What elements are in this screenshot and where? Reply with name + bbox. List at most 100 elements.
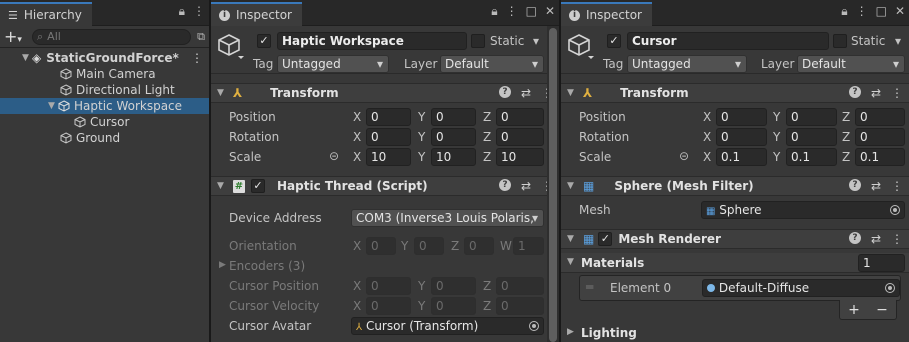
expand-triangle-icon[interactable]: ▶	[219, 260, 229, 270]
mesh-renderer-header[interactable]: ▼ ▦ ✓ Mesh Renderer ? ⇄ ⋮	[561, 229, 909, 249]
hierarchy-item-ground[interactable]: Ground	[0, 130, 209, 146]
axis-x-label[interactable]: X	[703, 130, 711, 144]
drag-handle-icon[interactable]: ═	[586, 280, 593, 294]
axis-y-label[interactable]: Y	[773, 130, 780, 144]
position-x-field[interactable]: 0	[716, 108, 767, 126]
position-y-field[interactable]: 0	[431, 108, 476, 126]
active-checkbox[interactable]: ✓	[607, 34, 621, 48]
lock-icon[interactable]: 🔒︎	[179, 4, 185, 19]
axis-z-label[interactable]: Z	[483, 150, 491, 164]
rotation-y-field[interactable]: 0	[786, 128, 837, 146]
static-checkbox[interactable]	[471, 34, 485, 48]
preset-icon[interactable]: ⇄	[521, 179, 531, 193]
add-element-button[interactable]: +	[848, 302, 860, 318]
static-checkbox[interactable]	[833, 34, 847, 48]
component-menu-icon[interactable]: ⋮	[891, 86, 903, 100]
collapse-triangle-icon[interactable]: ▼	[567, 234, 579, 244]
transform-header[interactable]: ▼ ⅄ Transform ? ⇄ ⋮	[211, 83, 559, 103]
maximize-icon[interactable]: □	[526, 4, 537, 19]
component-enabled-checkbox[interactable]: ✓	[251, 179, 265, 193]
lighting-row[interactable]: ▶ Lighting	[561, 323, 909, 342]
object-picker-icon[interactable]	[885, 283, 895, 293]
hierarchy-item-cursor[interactable]: Cursor	[0, 114, 209, 130]
gameobject-large-cube-icon[interactable]	[567, 32, 595, 60]
collapse-triangle-icon[interactable]: ▼	[567, 88, 579, 98]
scale-x-field[interactable]: 0.1	[716, 148, 767, 166]
more-menu-icon[interactable]: ⋮	[856, 4, 868, 19]
object-picker-icon[interactable]	[529, 321, 539, 331]
component-menu-icon[interactable]: ⋮	[891, 179, 903, 193]
mesh-field[interactable]: ▦ Sphere	[701, 201, 905, 219]
rotation-y-field[interactable]: 0	[431, 128, 476, 146]
expand-triangle-icon[interactable]: ▶	[567, 327, 577, 337]
axis-y-label[interactable]: Y	[418, 130, 425, 144]
axis-z-label[interactable]: Z	[842, 110, 850, 124]
help-icon[interactable]: ?	[848, 86, 861, 98]
axis-x-label[interactable]: X	[703, 150, 711, 164]
tag-dropdown[interactable]: Untagged	[277, 55, 389, 73]
inspector-tab[interactable]: i Inspector	[211, 2, 302, 26]
position-x-field[interactable]: 0	[366, 108, 411, 126]
axis-z-label[interactable]: Z	[842, 130, 850, 144]
axis-x-label[interactable]: X	[353, 130, 361, 144]
scene-visibility-icon[interactable]: ⧉	[197, 30, 205, 44]
position-z-field[interactable]: 0	[855, 108, 905, 126]
axis-z-label[interactable]: Z	[842, 150, 850, 164]
maximize-icon[interactable]: □	[876, 4, 887, 19]
link-icon[interactable]: ⊝	[329, 149, 339, 163]
rotation-x-field[interactable]: 0	[716, 128, 767, 146]
static-dropdown-icon[interactable]: ▾	[533, 34, 539, 48]
help-icon[interactable]: ?	[498, 179, 511, 191]
more-menu-icon[interactable]: ⋮	[506, 4, 518, 19]
scrollbar-thumb[interactable]	[549, 28, 557, 342]
help-icon[interactable]: ?	[848, 179, 861, 191]
component-menu-icon[interactable]: ⋮	[891, 232, 903, 246]
materials-count-field[interactable]: 1	[858, 254, 905, 272]
collapse-triangle-icon[interactable]: ▼	[217, 181, 229, 191]
scale-y-field[interactable]: 0.1	[786, 148, 837, 166]
close-icon[interactable]: ✕	[895, 4, 905, 19]
help-icon[interactable]: ?	[498, 86, 511, 98]
scene-row[interactable]: ▼ ◈ StaticGroundForce* ⋮	[0, 50, 209, 66]
hierarchy-item-directional-light[interactable]: Directional Light	[0, 82, 209, 98]
rotation-x-field[interactable]: 0	[366, 128, 411, 146]
element-0-material-field[interactable]: Default-Diffuse	[702, 279, 900, 297]
transform-header[interactable]: ▼ ⅄ Transform ? ⇄ ⋮	[561, 83, 909, 103]
layer-dropdown[interactable]: Default	[797, 55, 905, 73]
haptic-thread-header[interactable]: ▼ # ✓ Haptic Thread (Script) ? ⇄ ⋮	[211, 176, 559, 196]
hierarchy-item-haptic-workspace[interactable]: ▼ Haptic Workspace	[0, 98, 209, 114]
hierarchy-tab[interactable]: ☰ Hierarchy	[0, 2, 92, 26]
device-address-dropdown[interactable]: COM3 (Inverse3 Louis Polaris,	[351, 209, 544, 227]
active-checkbox[interactable]: ✓	[257, 34, 271, 48]
rotation-z-field[interactable]: 0	[496, 128, 544, 146]
axis-y-label[interactable]: Y	[418, 150, 425, 164]
rotation-z-field[interactable]: 0	[855, 128, 905, 146]
help-icon[interactable]: ?	[848, 232, 861, 244]
axis-y-label[interactable]: Y	[418, 110, 425, 124]
tag-dropdown[interactable]: Untagged	[627, 55, 747, 73]
lock-icon[interactable]: 🔒︎	[491, 4, 497, 19]
collapse-triangle-icon[interactable]: ▼	[567, 181, 579, 191]
inspector-scrollbar[interactable]	[547, 26, 559, 342]
cursor-avatar-field[interactable]: ⅄ Cursor (Transform)	[351, 317, 544, 335]
position-z-field[interactable]: 0	[496, 108, 544, 126]
axis-y-label[interactable]: Y	[773, 150, 780, 164]
hierarchy-item-main-camera[interactable]: Main Camera	[0, 66, 209, 82]
layer-dropdown[interactable]: Default	[440, 55, 544, 73]
axis-x-label[interactable]: X	[353, 150, 361, 164]
collapse-triangle-icon[interactable]: ▼	[567, 257, 577, 267]
scale-z-field[interactable]: 0.1	[855, 148, 905, 166]
axis-y-label[interactable]: Y	[773, 110, 780, 124]
scale-z-field[interactable]: 10	[496, 148, 544, 166]
scene-menu-icon[interactable]: ⋮	[191, 51, 203, 65]
axis-x-label[interactable]: X	[703, 110, 711, 124]
collapse-triangle-icon[interactable]: ▼	[217, 88, 229, 98]
component-enabled-checkbox[interactable]: ✓	[598, 232, 613, 246]
preset-icon[interactable]: ⇄	[521, 86, 531, 100]
scale-x-field[interactable]: 10	[366, 148, 411, 166]
preset-icon[interactable]: ⇄	[871, 232, 881, 246]
object-name-field[interactable]: Cursor	[627, 32, 829, 50]
axis-z-label[interactable]: Z	[483, 110, 491, 124]
materials-row[interactable]: ▼ Materials 1	[561, 253, 909, 273]
object-picker-icon[interactable]	[890, 205, 900, 215]
